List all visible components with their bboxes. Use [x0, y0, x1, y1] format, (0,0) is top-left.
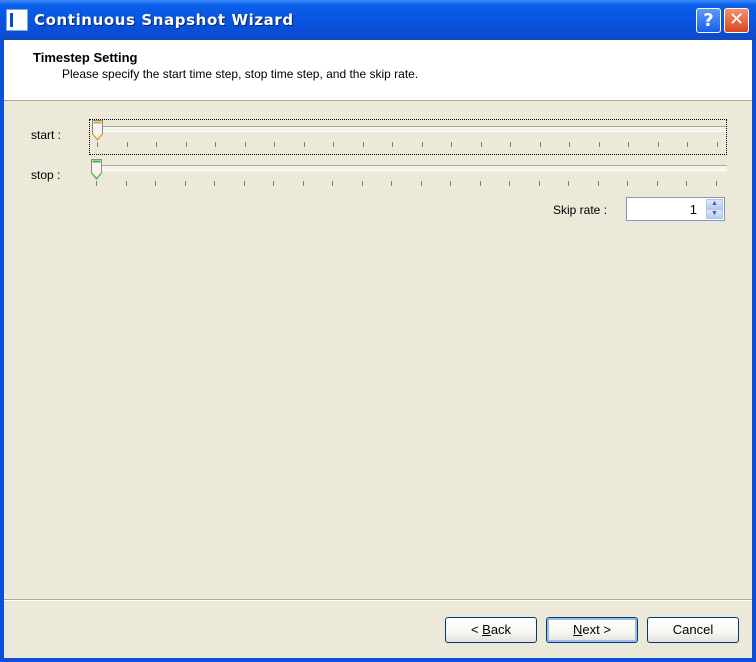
slider-tick	[510, 142, 511, 147]
slider-tick	[421, 142, 423, 147]
slider-tick	[332, 181, 333, 186]
page-subtitle: Please specify the start time step, stop…	[62, 67, 419, 81]
slider-tick	[569, 142, 570, 147]
slider-tick	[451, 142, 452, 147]
spin-down-arrow-icon[interactable]: ▼	[706, 209, 723, 219]
slider-tick	[244, 142, 246, 147]
slider-tick	[420, 181, 422, 186]
dialog-client: Timestep Setting Please specify the star…	[4, 40, 752, 658]
slider-tick	[274, 142, 275, 147]
slider-tick	[687, 142, 688, 147]
slider-tick	[597, 181, 599, 186]
slider-tick	[125, 181, 127, 186]
slider-tick	[480, 142, 482, 147]
slider-tick	[716, 142, 718, 147]
stop-slider-track	[93, 165, 727, 171]
slider-tick	[628, 142, 629, 147]
slider-tick	[539, 142, 541, 147]
cancel-button[interactable]: Cancel	[647, 617, 739, 643]
slider-tick	[214, 181, 215, 186]
slider-tick	[715, 181, 717, 186]
start-slider-thumb[interactable]	[92, 120, 103, 141]
wizard-window: Continuous Snapshot Wizard ? ✕ Timestep …	[0, 0, 756, 662]
slider-tick	[392, 142, 393, 147]
start-slider-track	[94, 126, 726, 132]
slider-tick	[479, 181, 481, 186]
slider-tick	[509, 181, 510, 186]
close-button[interactable]: ✕	[724, 8, 749, 33]
slider-tick	[184, 181, 186, 186]
slider-tick	[656, 181, 658, 186]
slider-tick	[96, 181, 97, 186]
start-label: start :	[31, 128, 62, 142]
next-mnemonic: N	[573, 622, 583, 637]
stop-slider[interactable]	[89, 159, 727, 195]
slider-tick	[97, 142, 98, 147]
slider-tick	[686, 181, 687, 186]
slider-tick	[243, 181, 245, 186]
slider-tick	[303, 142, 305, 147]
slider-tick	[333, 142, 334, 147]
start-slider[interactable]	[89, 119, 727, 155]
slider-tick	[362, 142, 364, 147]
back-arrow: <	[470, 622, 483, 637]
page-title: Timestep Setting	[33, 50, 138, 65]
back-label-rest: ack	[490, 622, 512, 637]
spin-up-arrow-icon[interactable]: ▲	[706, 199, 723, 209]
slider-tick	[538, 181, 540, 186]
slider-tick	[273, 181, 274, 186]
footer-divider	[4, 599, 752, 601]
slider-tick	[215, 142, 216, 147]
skip-rate-value[interactable]: 1	[690, 202, 697, 217]
window-title: Continuous Snapshot Wizard	[34, 11, 294, 29]
slider-tick	[568, 181, 569, 186]
slider-tick	[185, 142, 187, 147]
slider-tick	[302, 181, 304, 186]
slider-tick	[155, 181, 156, 186]
slider-tick	[627, 181, 628, 186]
help-button[interactable]: ?	[696, 8, 721, 33]
next-arrow: >	[599, 622, 611, 637]
skip-rate-spinbox[interactable]: 1 ▲ ▼	[626, 197, 725, 221]
slider-tick	[361, 181, 363, 186]
stop-label: stop :	[31, 168, 61, 182]
back-mnemonic: B	[482, 622, 491, 637]
slider-tick	[126, 142, 128, 147]
skip-rate-label: Skip rate :	[553, 203, 608, 217]
slider-tick	[598, 142, 600, 147]
slider-tick	[450, 181, 451, 186]
next-button[interactable]: Next >	[546, 617, 638, 643]
title-bar[interactable]: Continuous Snapshot Wizard ? ✕	[0, 0, 756, 40]
next-label-rest: ext	[582, 622, 600, 637]
slider-tick	[391, 181, 392, 186]
stop-slider-thumb[interactable]	[91, 159, 102, 180]
slider-tick	[156, 142, 157, 147]
app-logo-icon	[6, 9, 28, 31]
slider-tick	[657, 142, 659, 147]
wizard-header: Timestep Setting Please specify the star…	[4, 40, 752, 101]
back-button[interactable]: < Back	[445, 617, 537, 643]
